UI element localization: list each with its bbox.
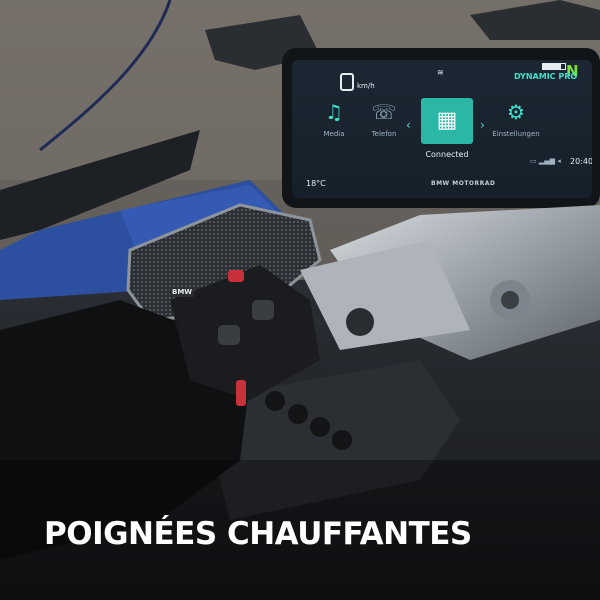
menu-item-label: Telefon (371, 130, 397, 138)
battery-icon (542, 63, 566, 70)
menu-item-label: Connected (425, 150, 469, 159)
chevron-right-icon[interactable]: › (480, 118, 485, 132)
chevron-left-icon[interactable]: ‹ (406, 118, 411, 132)
speed-unit: km/h (357, 82, 375, 90)
clock: 20:40 (570, 157, 592, 166)
speed-digit-box (340, 73, 354, 91)
tft-display: km/h ≋ N DYNAMIC PRO ♫ Media ☏ Telefon ‹… (292, 60, 592, 198)
proximity-icon: ≋ (437, 68, 444, 77)
caption-title: POIGNÉES CHAUFFANTES (44, 516, 472, 552)
menu-item-label: Media (323, 130, 345, 138)
menu-item-settings[interactable]: ⚙ Einstellungen (488, 100, 544, 160)
gear-icon: ⚙ (507, 100, 525, 124)
display-brand: BMW MOTORRAD (431, 180, 496, 187)
temperature: 18°C (306, 179, 326, 188)
music-note-icon: ♫ (325, 100, 343, 124)
menu-item-connected[interactable]: ▦ Connected (417, 98, 477, 170)
photo-scene: km/h ≋ N DYNAMIC PRO ♫ Media ☏ Telefon ‹… (0, 0, 600, 600)
menu-item-phone[interactable]: ☏ Telefon (356, 100, 412, 160)
riding-mode: DYNAMIC PRO (514, 72, 578, 81)
menu-item-label: Einstellungen (492, 130, 540, 138)
speaker-logo: BMW (170, 287, 195, 297)
phone-icon: ☏ (371, 100, 397, 124)
grid-icon: ▦ (421, 98, 473, 144)
menu-item-media[interactable]: ♫ Media (306, 100, 362, 160)
signal-icon: ▭ ▂▄▆ ◂ (530, 157, 561, 165)
